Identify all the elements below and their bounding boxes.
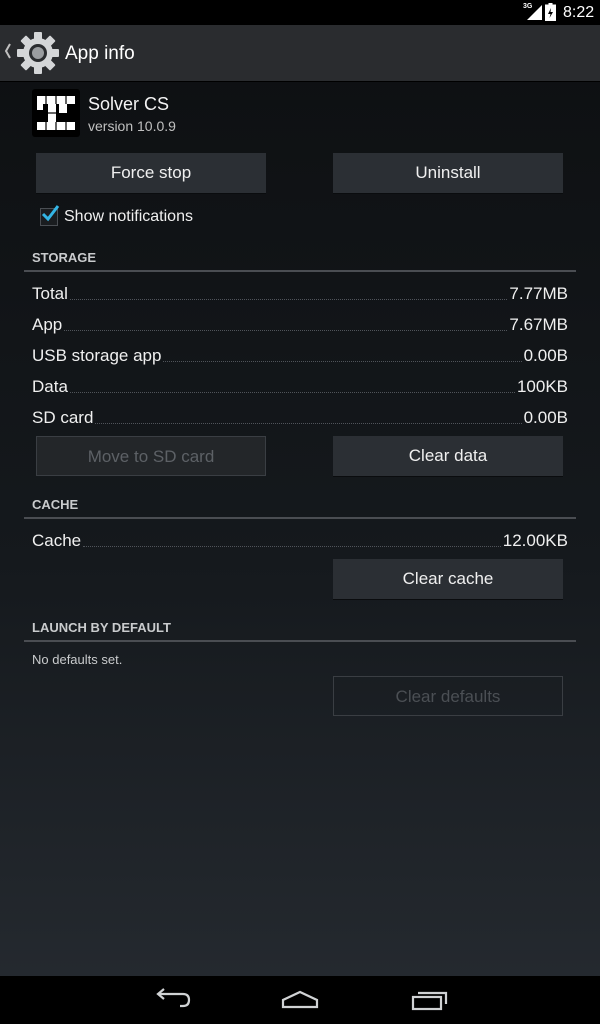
row-value: 12.00KB — [502, 531, 568, 550]
action-bar: App info — [0, 25, 600, 82]
row-label: App — [32, 315, 63, 334]
dotted-leader — [83, 546, 501, 547]
dotted-leader — [64, 330, 508, 331]
row-value: 7.67MB — [509, 315, 568, 334]
notifications-checkbox[interactable] — [40, 205, 60, 226]
app-version: version 10.0.9 — [88, 118, 176, 134]
storage-row-total: Total 7.77MB — [32, 282, 568, 304]
cache-row: Cache 12.00KB — [32, 529, 568, 551]
storage-row-sd-card: SD card 0.00B — [32, 406, 568, 428]
row-value: 100KB — [516, 377, 568, 396]
battery-icon — [545, 3, 556, 21]
app-logo-icon — [37, 96, 75, 130]
dotted-leader — [95, 423, 522, 424]
back-icon[interactable] — [150, 986, 194, 1014]
row-label: Total — [32, 284, 68, 303]
row-label: SD card — [32, 408, 94, 427]
home-icon[interactable] — [278, 986, 322, 1014]
storage-divider — [24, 270, 576, 272]
page-title: App info — [65, 43, 135, 64]
launch-divider — [24, 640, 576, 642]
solver-cs-app-icon — [32, 89, 80, 137]
no-defaults-text: No defaults set. — [32, 652, 123, 667]
storage-header: STORAGE — [32, 250, 97, 265]
row-value: 0.00B — [523, 346, 568, 365]
force-stop-button[interactable]: Force stop — [36, 153, 266, 193]
row-value: 7.77MB — [509, 284, 568, 303]
dotted-leader — [69, 299, 508, 300]
clock: 8:22 — [563, 4, 595, 21]
storage-row-data: Data 100KB — [32, 375, 568, 397]
launch-by-default-header: LAUNCH BY DEFAULT — [32, 620, 171, 635]
status-bar: 3G 8:22 — [0, 0, 600, 25]
move-to-sd-card-button[interactable]: Move to SD card — [36, 436, 266, 476]
app-name: Solver CS — [88, 94, 170, 114]
signal-icon — [527, 5, 542, 20]
storage-row-usb: USB storage app 0.00B — [32, 344, 568, 366]
uninstall-button[interactable]: Uninstall — [333, 153, 563, 193]
cache-divider — [24, 517, 576, 519]
row-label: Data — [32, 377, 68, 396]
clear-cache-button[interactable]: Clear cache — [333, 559, 563, 599]
row-label: Cache — [32, 531, 82, 550]
checkmark-icon — [41, 205, 60, 222]
cache-header: CACHE — [32, 497, 79, 512]
recents-icon[interactable] — [408, 986, 452, 1014]
storage-row-app: App 7.67MB — [32, 313, 568, 335]
back-caret-icon[interactable] — [4, 42, 12, 60]
clear-defaults-button[interactable]: Clear defaults — [333, 676, 563, 716]
row-label: USB storage app — [32, 346, 162, 365]
navigation-bar — [0, 976, 600, 1024]
settings-gear-icon[interactable] — [14, 29, 62, 77]
clear-data-button[interactable]: Clear data — [333, 436, 563, 476]
notifications-label: Show notifications — [64, 208, 193, 225]
dotted-leader — [69, 392, 515, 393]
row-value: 0.00B — [523, 408, 568, 427]
dotted-leader — [163, 361, 522, 362]
